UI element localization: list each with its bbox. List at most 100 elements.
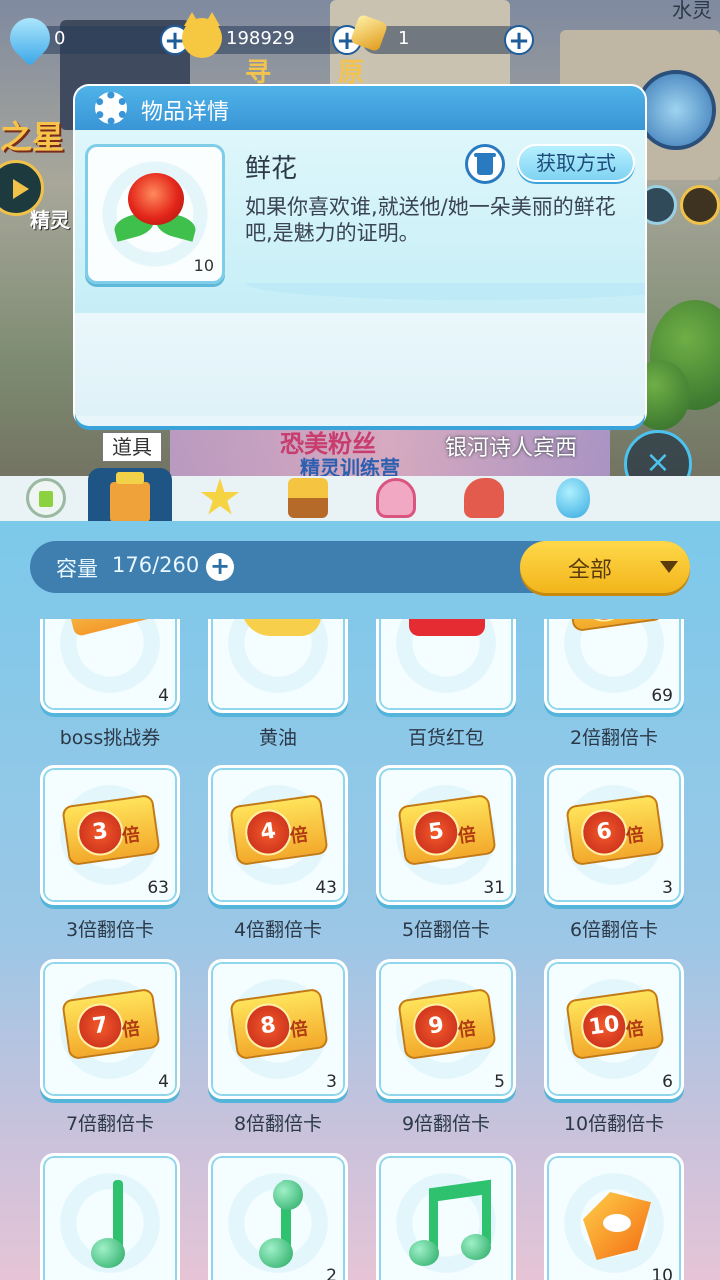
- tab-items[interactable]: [88, 468, 172, 522]
- multiplier-number: 9: [410, 1000, 463, 1053]
- capacity-bar: 容量 176/260 + 全部: [30, 541, 690, 593]
- item-count: 63: [147, 878, 169, 898]
- dress-icon: [376, 478, 416, 518]
- tab-mount[interactable]: [442, 476, 526, 522]
- item-slot[interactable]: 2: [208, 1153, 348, 1280]
- item-name: boss挑战券: [59, 727, 161, 749]
- item-count: 69: [651, 686, 673, 706]
- item-slot[interactable]: 3 倍 63: [40, 765, 180, 905]
- multiplier-suffix: 倍: [456, 1018, 478, 1042]
- item-slot[interactable]: [376, 619, 516, 713]
- multiplier-card-icon: 3倍: [61, 793, 161, 867]
- obtain-method-button[interactable]: 获取方式: [517, 144, 635, 182]
- star-wand-icon: [200, 478, 240, 515]
- tab-costume[interactable]: [354, 476, 438, 522]
- item-slot[interactable]: 10 倍 6: [544, 959, 684, 1099]
- double-music-note-icon: [409, 1179, 493, 1268]
- coin-counter: 198929 +: [182, 12, 362, 58]
- item-slot[interactable]: [40, 1153, 180, 1280]
- multiplier-card-icon: 9倍: [397, 987, 497, 1061]
- item-box-icon: [110, 472, 150, 522]
- multiplier-suffix: 倍: [456, 824, 478, 848]
- capacity-value: 176/260: [112, 553, 200, 577]
- item-slot[interactable]: [376, 1153, 516, 1280]
- item-name: 8倍翻倍卡: [233, 1113, 323, 1135]
- item-count: 2: [326, 1266, 337, 1280]
- coin-value: 198929: [226, 28, 295, 49]
- scene-sign-text: 水灵: [672, 0, 712, 22]
- category-tabs: [0, 468, 720, 522]
- tab-trophy[interactable]: [266, 476, 350, 522]
- multiplier-card-icon: 4倍: [229, 793, 329, 867]
- red-envelope-icon: [409, 619, 485, 636]
- item-slot[interactable]: 7倍 4: [40, 959, 180, 1099]
- item-count: 3: [662, 878, 673, 898]
- item-name: 黄油: [258, 727, 297, 749]
- item-slot[interactable]: [208, 619, 348, 713]
- trash-icon[interactable]: [465, 144, 505, 184]
- multiplier-suffix: 倍: [624, 824, 646, 848]
- add-gold-button[interactable]: +: [504, 25, 534, 55]
- tab-star[interactable]: [178, 476, 262, 522]
- multiplier-suffix: 倍: [120, 824, 142, 848]
- multiplier-suffix: 倍: [288, 1018, 310, 1042]
- butter-icon: [241, 619, 321, 636]
- egg-icon: [556, 478, 590, 518]
- npc-name-label: 银河诗人宾西: [445, 436, 578, 461]
- eye-crystal-icon: [583, 1192, 651, 1260]
- item-slot[interactable]: 4: [40, 619, 180, 713]
- item-name: 4倍翻倍卡: [233, 919, 323, 941]
- battery-icon: [26, 478, 66, 518]
- multiplier-number: 4: [242, 806, 295, 859]
- scene-sign-text: 原: [338, 58, 365, 88]
- multiplier-number: 5: [410, 806, 463, 859]
- rocking-horse-icon: [464, 478, 504, 518]
- multiplier-suffix: 倍: [120, 1018, 142, 1042]
- multiplier-card-icon: 10 倍: [565, 987, 665, 1061]
- multiplier-number: 8: [242, 1000, 295, 1053]
- multiplier-suffix: 倍: [624, 1018, 646, 1042]
- item-slot[interactable]: 10: [544, 1153, 684, 1280]
- music-note-icon: [91, 1180, 131, 1268]
- item-grid: 4boss挑战券黄油百货红包2倍692倍翻倍卡3倍633倍翻倍卡4倍434倍翻倍…: [0, 619, 720, 1280]
- popup-body: 10 鲜花 如果你喜欢谁,就送他/她一朵美丽的鲜花吧,是魅力的证明。 获取方式: [75, 130, 645, 313]
- popup-footer: [75, 313, 645, 416]
- tab-energy[interactable]: [4, 476, 88, 522]
- item-slot[interactable]: 2倍 69: [544, 619, 684, 713]
- item-count: 10: [193, 256, 214, 275]
- item-count: 4: [158, 1072, 169, 1092]
- expand-capacity-button[interactable]: +: [206, 553, 234, 581]
- trophy-icon: [288, 478, 328, 518]
- popup-title: 物品详情: [141, 100, 230, 125]
- multiplier-number: 10: [578, 1000, 631, 1053]
- filter-label: 全部: [568, 558, 613, 583]
- item-name: 鲜花: [245, 154, 298, 184]
- item-count: 3: [326, 1072, 337, 1092]
- item-count: 31: [483, 878, 505, 898]
- diamond-counter: 0 +: [1, 9, 190, 67]
- scene-sign-text: 寻: [245, 58, 272, 88]
- item-slot[interactable]: 5 倍 31: [376, 765, 516, 905]
- item-slot[interactable]: 4 倍 43: [208, 765, 348, 905]
- multiplier-number: 6: [578, 806, 631, 859]
- boss-challenge-ticket-icon: [60, 619, 156, 638]
- tab-tooltip: 道具: [102, 432, 162, 462]
- event-title-left: 之星: [0, 118, 65, 156]
- menu-icon[interactable]: [680, 185, 720, 225]
- music-note-icon: [259, 1180, 303, 1268]
- double-card-icon: 2倍: [565, 619, 665, 633]
- filter-dropdown[interactable]: 全部: [520, 541, 690, 593]
- tab-egg[interactable]: [530, 476, 614, 522]
- multiplier-number: 7: [74, 1000, 127, 1053]
- popup-header: 物品详情: [75, 86, 645, 130]
- item-slot[interactable]: 8倍 3: [208, 959, 348, 1099]
- item-slot[interactable]: 6倍 3: [544, 765, 684, 905]
- item-slot[interactable]: 9倍 5: [376, 959, 516, 1099]
- event-subtitle-left: 精灵: [30, 208, 70, 232]
- multiplier-card-icon: 7倍: [61, 987, 161, 1061]
- map-icon[interactable]: [636, 70, 716, 150]
- item-name: 9倍翻倍卡: [401, 1113, 491, 1135]
- diamond-value: 0: [54, 28, 66, 49]
- bag-panel: 容量 176/260 + 全部 4boss挑战券黄油百货红包2倍692倍翻倍卡3…: [0, 521, 720, 1280]
- multiplier-suffix: 倍: [288, 824, 310, 848]
